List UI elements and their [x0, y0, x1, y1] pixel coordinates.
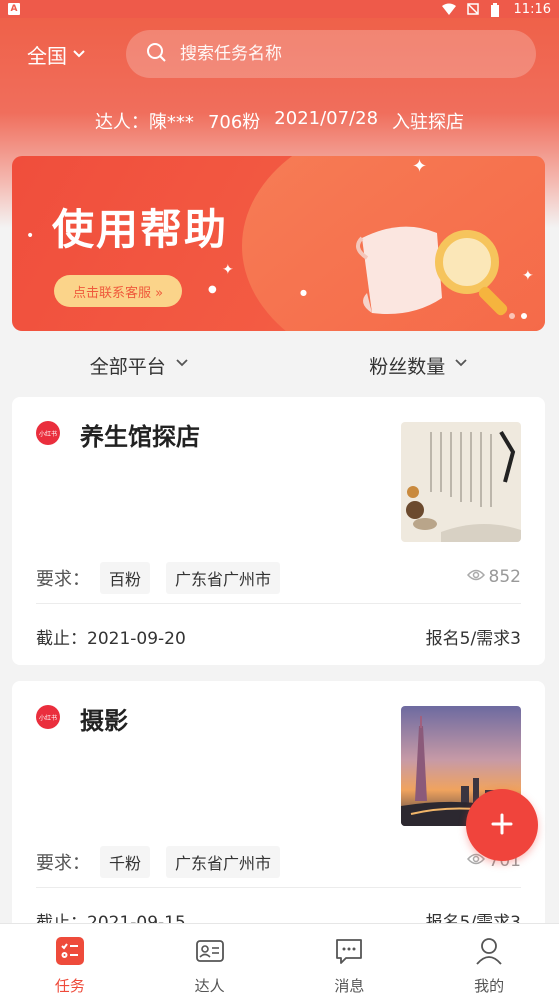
magnifier-icon	[435, 230, 508, 316]
fans-filter[interactable]: 粉丝数量	[280, 344, 559, 386]
join-ticker: 达人：陳*** 706粉 2021/07/28 入驻探店	[0, 108, 559, 134]
fans-filter-label: 粉丝数量	[369, 355, 446, 378]
divider	[36, 603, 521, 604]
task-title: 养生馆探店	[80, 423, 200, 451]
plus-icon	[491, 813, 513, 838]
requirement-label: 要求：	[36, 569, 90, 590]
ticker-fans: 706粉	[207, 112, 261, 133]
signup-count: 报名5/需求3	[425, 629, 521, 649]
divider	[36, 887, 521, 888]
tab-tasks[interactable]: 任务	[0, 924, 140, 997]
carousel-dot	[509, 313, 515, 319]
tab-tasks-label: 任务	[54, 977, 85, 995]
banner-title: 使用帮助	[52, 205, 229, 254]
region-label: 全国	[27, 44, 67, 68]
status-time: 11:16	[513, 1, 551, 17]
search-input[interactable]	[180, 44, 480, 64]
tab-profile[interactable]: 我的	[419, 924, 559, 997]
wifi-icon	[441, 3, 456, 15]
tab-talents-label: 达人	[194, 977, 225, 995]
status-bar: A 11:16	[0, 0, 559, 18]
region-selector[interactable]: 全国	[27, 40, 87, 69]
carousel-dot	[521, 313, 527, 319]
search-icon	[146, 42, 180, 66]
sparkle-icon: ●	[300, 288, 307, 297]
ticker-date: 2021/07/28	[274, 108, 379, 129]
task-thumbnail	[401, 422, 521, 542]
message-icon	[334, 936, 364, 970]
sparkle-icon: •	[26, 228, 35, 244]
location-tag: 广东省广州市	[166, 562, 281, 594]
ticker-action: 入驻探店	[392, 112, 465, 133]
help-banner[interactable]: • ✦ ✦ ✦ ● ● 使用帮助 点击联系客服 »	[12, 156, 545, 331]
platform-filter[interactable]: 全部平台	[0, 344, 280, 386]
task-card[interactable]: 小红书 养生馆探店 要求： 百粉 广东省广州市 852 截止：2021-09-2…	[12, 397, 545, 665]
id-card-icon	[195, 936, 225, 970]
sparkle-icon: ✦	[522, 268, 534, 284]
chevron-down-icon	[174, 354, 190, 376]
carousel-indicator	[509, 313, 527, 319]
xiaohongshu-logo-icon: 小红书	[36, 705, 60, 729]
bottom-tab-bar: 任务 达人 消息 我的	[0, 923, 559, 997]
deadline: 截止：2021-09-20	[36, 629, 186, 649]
view-count: 852	[466, 567, 521, 587]
add-task-button[interactable]	[466, 789, 538, 861]
signal-off-icon	[466, 3, 480, 15]
sparkle-icon: ✦	[222, 262, 234, 278]
task-card[interactable]: 小红书 摄影 要求： 千粉 广东省广州市 701	[12, 681, 545, 949]
tab-talents[interactable]: 达人	[140, 924, 280, 997]
tab-messages-label: 消息	[334, 977, 365, 995]
tab-messages[interactable]: 消息	[280, 924, 420, 997]
platform-filter-label: 全部平台	[89, 355, 166, 378]
eye-icon	[466, 567, 485, 587]
search-box[interactable]	[126, 30, 536, 78]
chevron-down-icon	[71, 43, 87, 67]
ticker-user: 达人：陳***	[94, 112, 194, 133]
app-notification-icon: A	[8, 3, 20, 15]
location-tag: 广东省广州市	[166, 846, 281, 878]
sparkle-icon: ✦	[412, 156, 428, 177]
filter-bar: 全部平台 粉丝数量	[0, 344, 559, 386]
xiaohongshu-logo-icon: 小红书	[36, 421, 60, 445]
task-title: 摄影	[80, 707, 128, 735]
task-icon	[55, 936, 85, 970]
battery-icon	[490, 3, 504, 17]
fans-requirement-tag: 百粉	[100, 562, 151, 594]
tab-profile-label: 我的	[474, 977, 505, 995]
chevron-down-icon	[453, 354, 469, 376]
fans-requirement-tag: 千粉	[100, 846, 151, 878]
sparkle-icon: ●	[208, 284, 217, 295]
contact-service-button[interactable]: 点击联系客服 »	[54, 275, 182, 307]
requirement-label: 要求：	[36, 853, 90, 874]
view-count-value: 852	[488, 567, 521, 587]
user-icon	[474, 936, 504, 970]
